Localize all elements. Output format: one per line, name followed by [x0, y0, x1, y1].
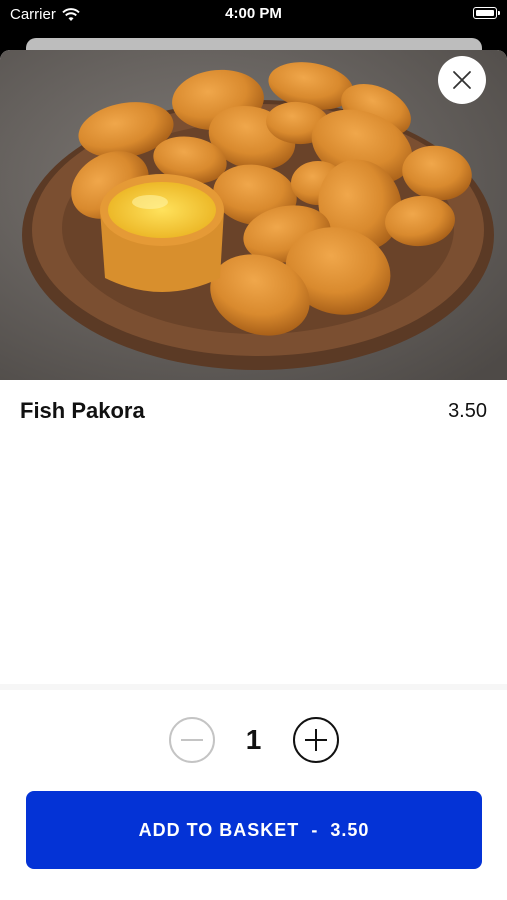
battery-icon: [473, 7, 500, 19]
item-price: 3.50: [448, 399, 487, 422]
status-time: 4:00 PM: [225, 5, 282, 22]
decrease-quantity-button[interactable]: [168, 717, 215, 763]
increase-quantity-button[interactable]: [292, 717, 339, 763]
quantity-value: 1: [245, 724, 262, 755]
add-to-basket-button[interactable]: ADD TO BASKET - 3.50: [26, 791, 482, 869]
quantity-stepper: 1: [0, 715, 507, 765]
item-name: Fish Pakora: [20, 398, 145, 423]
add-to-basket-label: ADD TO BASKET: [138, 819, 300, 840]
add-to-basket-separator: -: [311, 819, 319, 840]
divider: [0, 684, 507, 690]
item-header: Fish Pakora 3.50: [20, 398, 487, 424]
minus-icon: [180, 739, 203, 741]
close-icon: [453, 71, 471, 89]
add-to-basket-price: 3.50: [330, 819, 370, 840]
status-bar: Carrier 4:00 PM: [0, 0, 507, 30]
item-image: [0, 50, 507, 380]
item-detail-sheet: Fish Pakora 3.50 1 ADD TO BASKET - 3.50: [0, 50, 507, 900]
close-button[interactable]: [438, 56, 486, 104]
